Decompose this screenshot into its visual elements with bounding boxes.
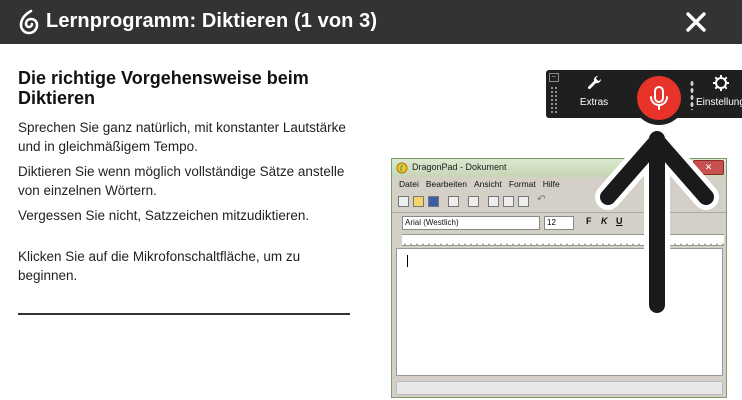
close-icon[interactable]	[682, 8, 710, 36]
text-caret	[407, 255, 408, 267]
dragon-app-icon	[396, 162, 408, 174]
menu-item-format: Format	[508, 179, 536, 189]
paste-icon	[518, 196, 529, 207]
menu-item-bearbeiten: Bearbeiten	[425, 179, 467, 189]
dragonpad-menu: Datei Bearbeiten Ansicht Format Hilfe	[392, 179, 560, 192]
open-folder-icon	[413, 196, 424, 207]
dragonpad-title: DragonPad - Dokument	[412, 162, 507, 172]
wrench-icon	[587, 75, 602, 90]
font-select: Arial (Westlich)	[402, 216, 540, 230]
extras-button[interactable]: Extras	[576, 74, 612, 108]
print-icon	[448, 196, 459, 207]
gear-icon	[713, 75, 729, 91]
bold-button: F	[586, 216, 592, 226]
settings-label: Einstellunge	[696, 97, 742, 108]
tip-paragraph: Vergessen Sie nicht, Satzzeichen mitzudi…	[18, 208, 310, 223]
volume-meter	[690, 80, 694, 110]
extras-label: Extras	[579, 97, 609, 108]
drag-handle[interactable]	[550, 86, 558, 114]
microphone-button-ring	[632, 71, 686, 125]
menu-item-ansicht: Ansicht	[473, 179, 502, 189]
tip-paragraph: Sprechen Sie ganz natürlich, mit konstan…	[18, 120, 346, 154]
title-bar: Lernprogramm: Diktieren (1 von 3)	[0, 0, 742, 44]
find-icon	[468, 196, 479, 207]
window-title: Lernprogramm: Diktieren (1 von 3)	[46, 10, 378, 32]
page-title: Die richtige Vorgehensweise beim Diktier…	[18, 68, 309, 108]
microphone-button[interactable]	[637, 76, 681, 120]
dragonpad-toolbar: ↶	[396, 194, 564, 210]
menu-item-hilfe: Hilfe	[542, 179, 560, 189]
save-icon	[428, 196, 439, 207]
size-select: 12	[544, 216, 574, 230]
instruction-text: Klicken Sie auf die Mikrofonschaltfläche…	[18, 249, 301, 283]
pointer-arrow	[595, 127, 719, 315]
menu-item-datei: Datei	[399, 179, 419, 189]
new-file-icon	[398, 196, 409, 207]
undo-icon: ↶	[536, 194, 545, 205]
dragon-flame-icon	[19, 9, 39, 35]
microphone-icon	[650, 86, 668, 110]
dragon-bar: – Extras Einstellunge	[546, 70, 742, 125]
settings-button[interactable]: Einstellunge	[696, 74, 742, 108]
cut-icon	[488, 196, 499, 207]
status-bar	[396, 381, 723, 395]
minimize-icon[interactable]: –	[549, 73, 559, 82]
tutorial-content: Die richtige Vorgehensweise beim Diktier…	[18, 68, 350, 291]
copy-icon	[503, 196, 514, 207]
divider	[18, 313, 350, 315]
tip-paragraph: Diktieren Sie wenn möglich vollständige …	[18, 164, 345, 198]
